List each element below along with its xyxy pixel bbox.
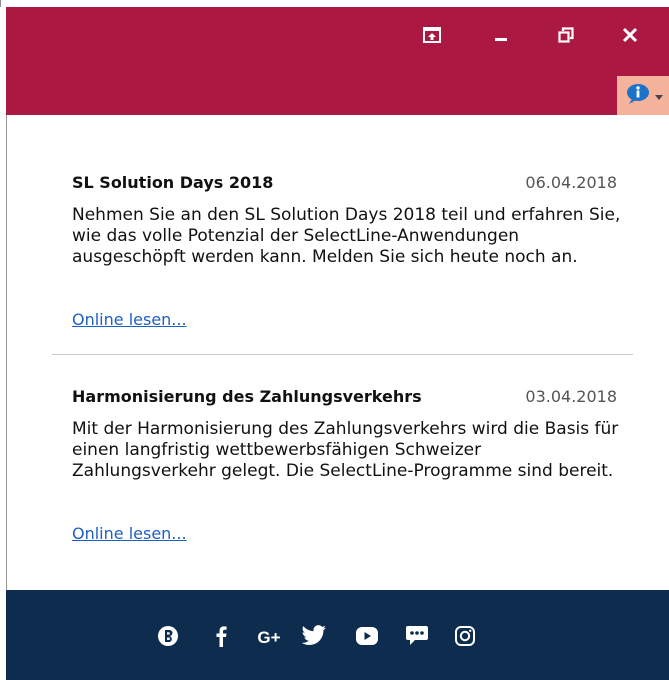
close-button[interactable] [610,21,650,49]
restore-button[interactable] [546,21,586,49]
window-titlebar [6,7,669,115]
blog-link[interactable] [153,624,183,652]
minimize-icon [493,27,509,43]
social-footer: G+ [6,590,669,680]
forum-icon [405,625,429,651]
restore-icon [558,27,574,43]
youtube-link[interactable] [352,624,382,652]
twitter-icon [301,625,327,651]
chevron-down-icon [655,86,663,105]
pin-button[interactable] [412,21,452,49]
youtube-icon [355,626,379,650]
info-speech-bubble-icon [625,83,651,109]
news-date: 03.04.2018 [525,387,617,406]
info-menu-button[interactable] [617,76,669,115]
twitter-link[interactable] [299,624,329,652]
blog-icon [157,625,179,651]
google-plus-icon: G+ [257,628,281,647]
facebook-icon [215,625,227,651]
news-divider [52,354,633,355]
news-title: SL Solution Days 2018 [72,173,274,192]
news-title: Harmonisierung des Zahlungsverkehrs [72,387,422,406]
window-top-edge [0,0,669,7]
instagram-icon [454,625,476,651]
pin-icon [423,27,441,43]
close-icon [622,27,638,43]
news-body: Mit der Harmonisierung des Zahlungsverke… [72,419,619,481]
minimize-button[interactable] [481,21,521,49]
forum-link[interactable] [402,624,432,652]
window-left-border [6,115,7,590]
google-plus-link[interactable]: G+ [254,624,284,652]
online-lesen-link[interactable]: Online lesen... [72,524,187,543]
news-body: Nehmen Sie an den SL Solution Days 2018 … [72,205,621,267]
news-date: 06.04.2018 [525,173,617,192]
facebook-link[interactable] [206,624,236,652]
instagram-link[interactable] [450,624,480,652]
online-lesen-link[interactable]: Online lesen... [72,310,187,329]
